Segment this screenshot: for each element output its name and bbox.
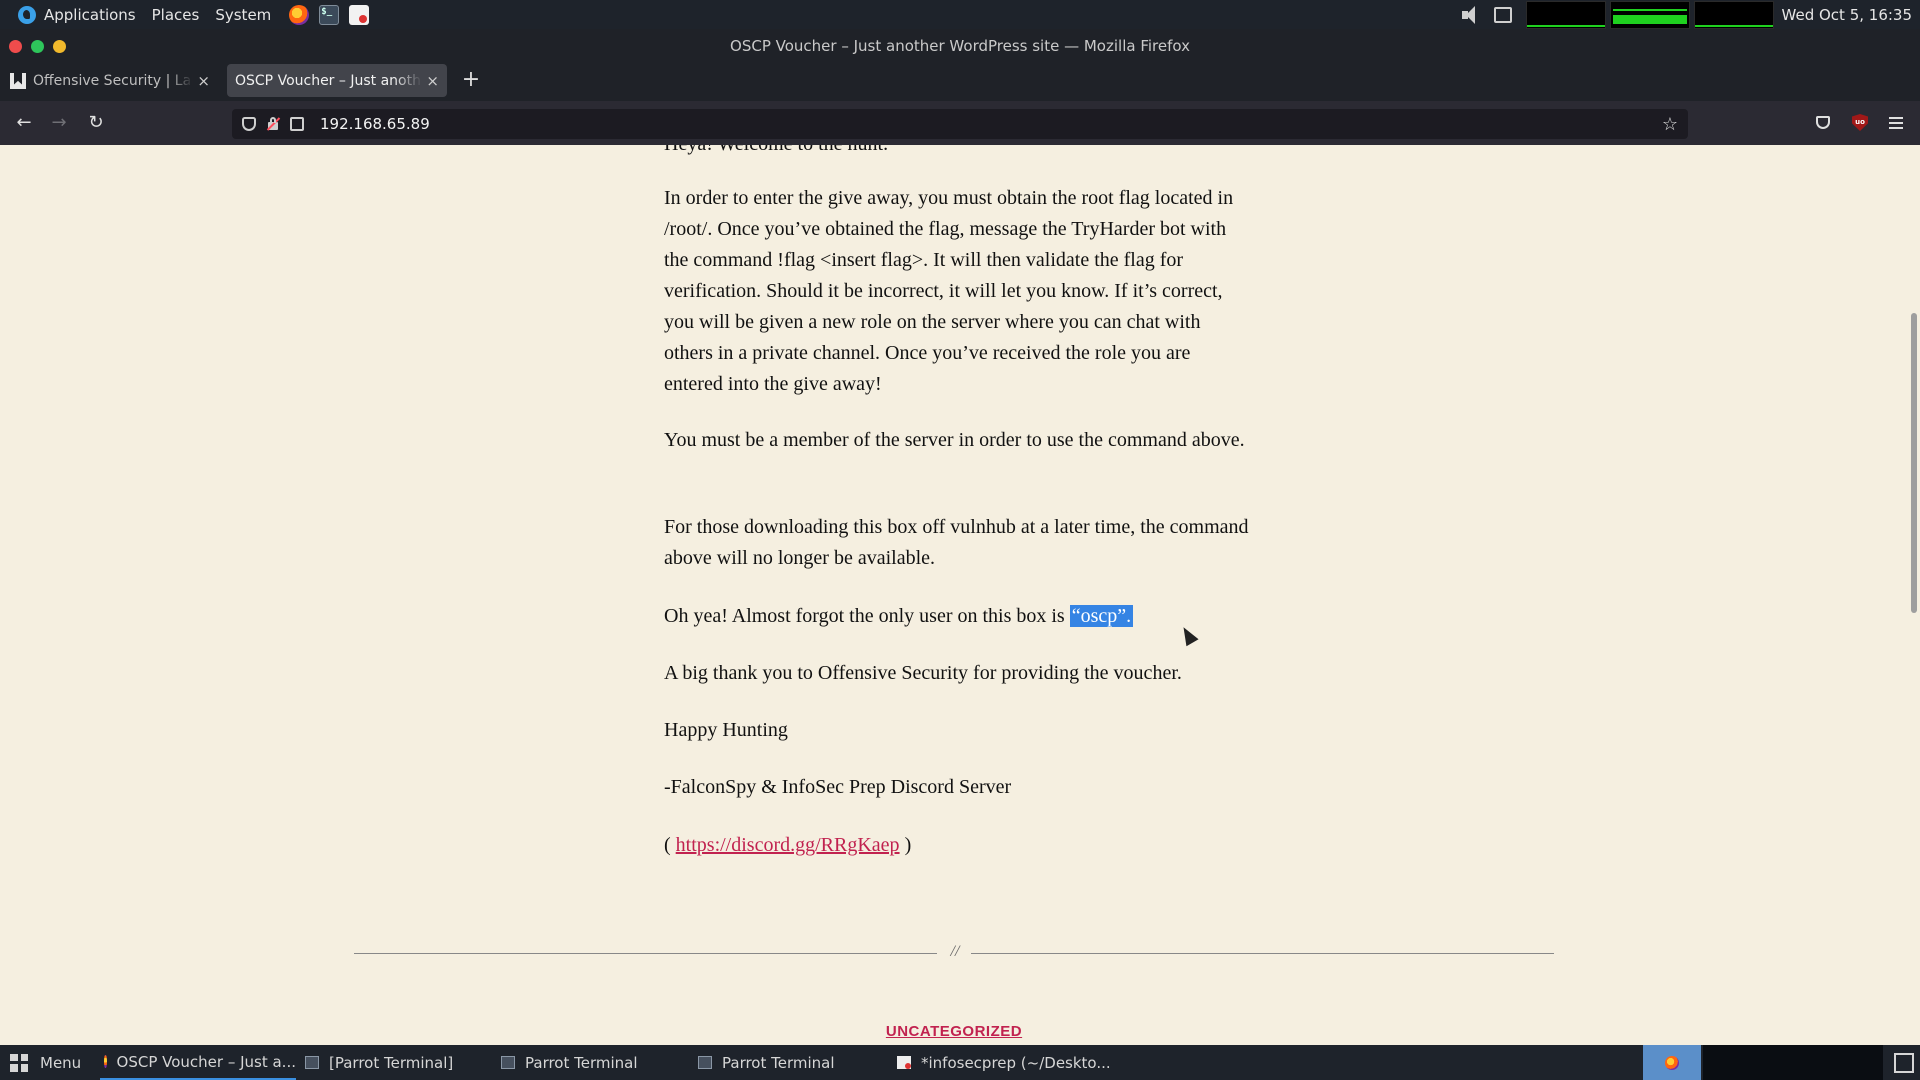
divider-line-left <box>354 953 937 954</box>
divider-mark: // <box>950 943 960 960</box>
show-desktop-icon[interactable] <box>1894 1053 1914 1073</box>
workspace-1[interactable] <box>1643 1045 1701 1080</box>
firefox-launcher-icon[interactable] <box>289 4 310 25</box>
network-monitor <box>1693 0 1774 29</box>
places-menu-label: Places <box>151 5 200 24</box>
text-editor-icon <box>897 1056 911 1069</box>
task-label: Parrot Terminal <box>525 1053 638 1072</box>
firefox-icon <box>104 1055 107 1068</box>
tab-title: OSCP Voucher – Just another WordPress si… <box>235 72 422 89</box>
url-text[interactable]: 192.168.65.89 <box>320 115 1662 133</box>
insecure-lock-icon[interactable] <box>266 117 281 131</box>
task-label: [Parrot Terminal] <box>329 1053 454 1072</box>
top-panel: Applications Places System $_ Wed Oct 5,… <box>0 0 1920 29</box>
task-terminal-1[interactable]: [Parrot Terminal] <box>305 1045 453 1080</box>
back-button[interactable]: ← <box>10 109 38 137</box>
task-label: Parrot Terminal <box>722 1053 835 1072</box>
terminal-icon <box>698 1056 712 1069</box>
user-paragraph: Oh yea! Almost forgot the only user on t… <box>664 601 1254 632</box>
bookmark-icon <box>10 72 26 89</box>
workspace-switcher[interactable] <box>1703 1045 1883 1080</box>
close-tab-icon[interactable]: × <box>426 72 439 90</box>
taskbar-menu-button[interactable]: Menu <box>10 1045 81 1080</box>
task-label: *infosecprep (~/Deskto... <box>921 1053 1111 1072</box>
parrot-logo-icon <box>18 5 36 24</box>
terminal-icon <box>501 1056 515 1069</box>
pocket-icon <box>1816 116 1830 129</box>
pocket-button[interactable] <box>1809 109 1837 137</box>
intro-paragraph: Heya! Welcome to the hunt. <box>664 145 1254 160</box>
grid-menu-icon <box>10 1053 28 1072</box>
permissions-icon[interactable] <box>290 117 304 131</box>
page-scrollbar[interactable] <box>1908 145 1920 1045</box>
applications-menu-label: Applications <box>44 5 136 24</box>
discord-link[interactable]: https://discord.gg/RRgKaep <box>676 834 900 856</box>
task-text-editor[interactable]: *infosecprep (~/Deskto... <box>897 1045 1111 1080</box>
system-menu-label: System <box>215 5 272 24</box>
membership-paragraph: You must be a member of the server in or… <box>664 429 1245 451</box>
text-editor-launcher-icon[interactable] <box>349 4 370 25</box>
window-titlebar: OSCP Voucher – Just another WordPress si… <box>0 29 1920 63</box>
post-divider: // <box>354 943 1554 963</box>
terminal-icon <box>305 1056 319 1069</box>
cpu-monitor <box>1525 0 1606 29</box>
task-label: OSCP Voucher – Just a... <box>116 1052 296 1071</box>
user-paragraph-text: Oh yea! Almost forgot the only user on t… <box>664 605 1070 627</box>
giveaway-paragraph: In order to enter the give away, you mus… <box>664 187 1234 395</box>
tab-bar: Offensive Security | Labs × OSCP Voucher… <box>0 63 1920 101</box>
reload-button[interactable]: ↻ <box>82 109 110 137</box>
url-bar[interactable]: 192.168.65.89 ☆ <box>232 109 1688 139</box>
tab-oscp-voucher[interactable]: OSCP Voucher – Just another WordPress si… <box>227 64 447 97</box>
happy-hunting-paragraph: Happy Hunting <box>664 719 788 741</box>
memory-monitor <box>1609 0 1690 29</box>
display-icon[interactable] <box>1493 6 1512 23</box>
hamburger-menu-icon <box>1889 117 1903 129</box>
maximize-window-button[interactable] <box>31 40 44 53</box>
system-menu[interactable]: System <box>207 0 279 29</box>
close-tab-icon[interactable]: × <box>197 72 210 90</box>
new-tab-button[interactable]: + <box>458 66 484 94</box>
tab-title: Offensive Security | Labs <box>33 72 194 89</box>
tracking-protection-icon[interactable] <box>242 117 256 131</box>
volume-icon[interactable] <box>1460 5 1486 25</box>
tab-offensive-security[interactable]: Offensive Security | Labs × <box>2 64 218 97</box>
clock[interactable]: Wed Oct 5, 16:35 <box>1782 6 1912 24</box>
firefox-icon <box>1665 1055 1679 1070</box>
scrollbar-thumb[interactable] <box>1911 313 1917 613</box>
ublock-icon: uo <box>1852 114 1868 131</box>
app-menu-button[interactable] <box>1882 109 1910 137</box>
vulnhub-paragraph: For those downloading this box off vulnh… <box>664 516 1249 569</box>
taskbar: Menu OSCP Voucher – Just a... [Parrot Te… <box>0 1045 1920 1080</box>
thanks-paragraph: A big thank you to Offensive Security fo… <box>664 662 1182 684</box>
places-menu[interactable]: Places <box>144 0 208 29</box>
selected-username: “oscp”. <box>1069 605 1134 627</box>
ublock-button[interactable]: uo <box>1846 109 1874 137</box>
task-terminal-3[interactable]: Parrot Terminal <box>698 1045 835 1080</box>
page-content: Heya! Welcome to the hunt. In order to e… <box>0 145 1920 1045</box>
terminal-launcher-icon[interactable]: $_ <box>319 4 340 25</box>
navigation-toolbar: ← → ↻ 192.168.65.89 ☆ uo <box>0 101 1920 145</box>
category-link[interactable]: UNCATEGORIZED <box>0 1023 1908 1040</box>
forward-button[interactable]: → <box>45 109 73 137</box>
minimize-window-button[interactable] <box>53 40 66 53</box>
paren-open: ( <box>664 834 676 856</box>
task-firefox[interactable]: OSCP Voucher – Just a... <box>100 1045 296 1080</box>
panel-tray: Wed Oct 5, 16:35 <box>1460 0 1920 29</box>
bookmark-star-icon[interactable]: ☆ <box>1662 114 1678 135</box>
applications-menu[interactable]: Applications <box>0 0 144 29</box>
discord-paragraph: ( https://discord.gg/RRgKaep ) <box>664 830 1254 861</box>
close-window-button[interactable] <box>9 40 22 53</box>
task-terminal-2[interactable]: Parrot Terminal <box>501 1045 638 1080</box>
divider-line-right <box>971 953 1554 954</box>
window-title: OSCP Voucher – Just another WordPress si… <box>730 37 1190 55</box>
taskbar-menu-label: Menu <box>40 1053 82 1072</box>
paren-close: ) <box>899 834 912 856</box>
signature-paragraph: -FalconSpy & InfoSec Prep Discord Server <box>664 776 1012 798</box>
